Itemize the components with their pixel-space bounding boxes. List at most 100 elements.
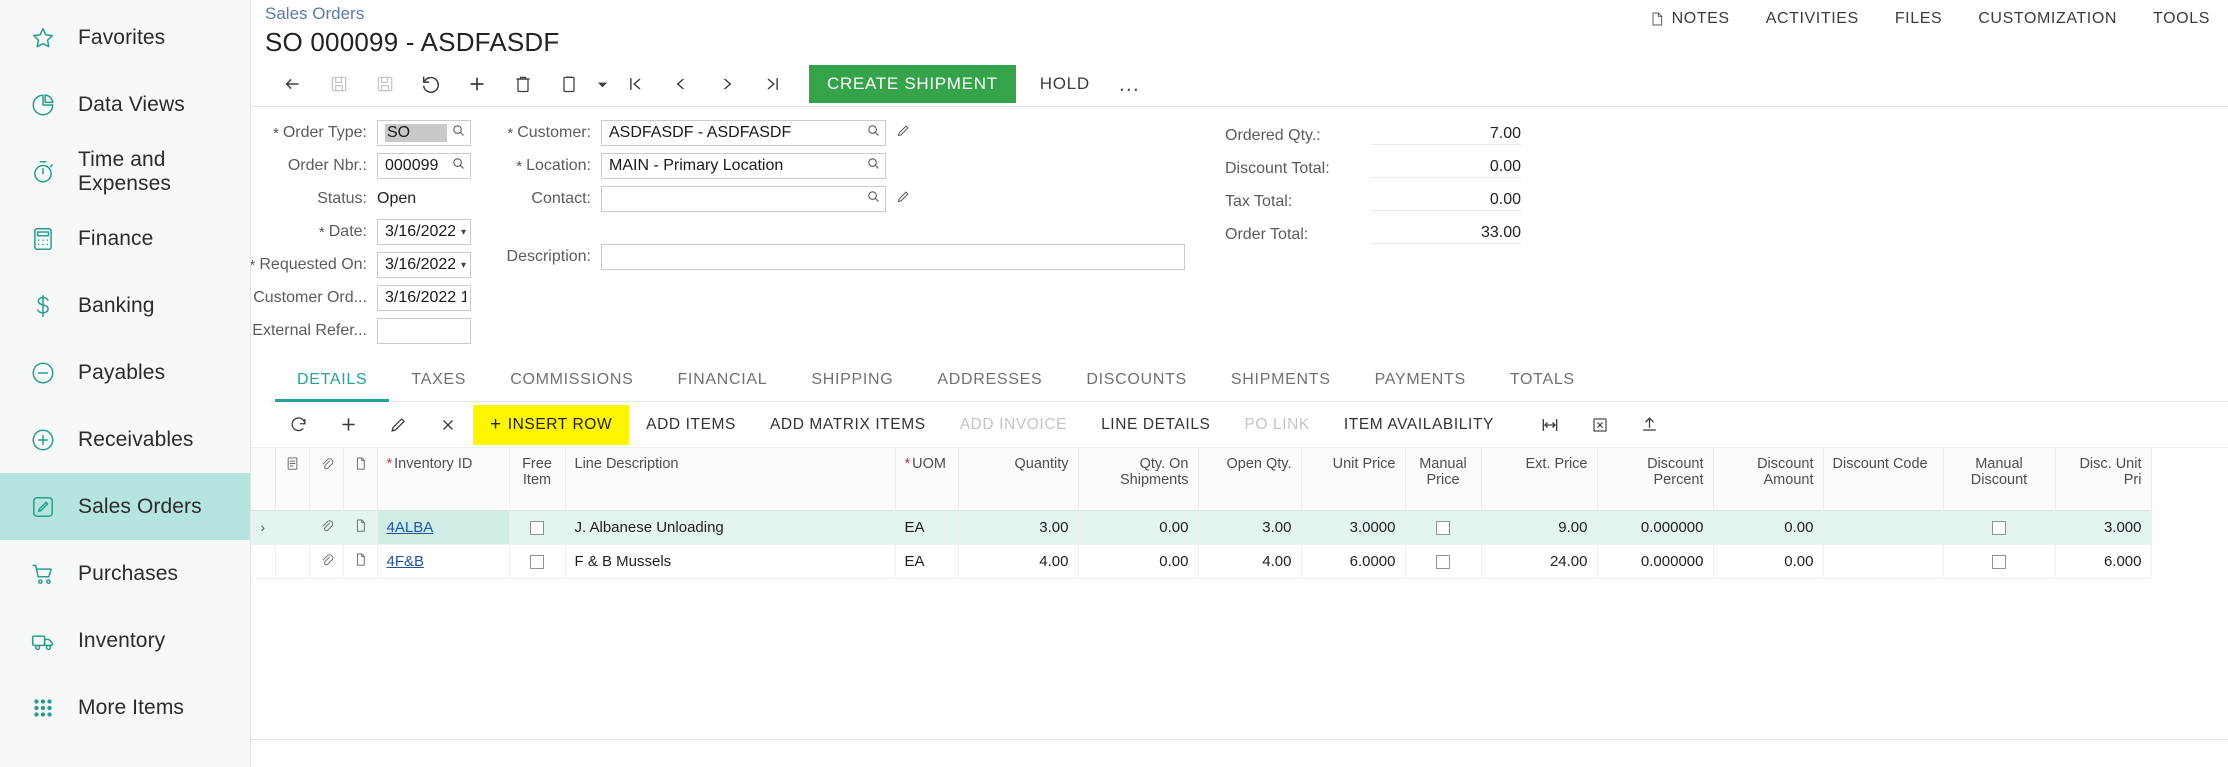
cell-free_item[interactable] [509,544,566,579]
cell-inventory_id[interactable]: 4F&B [377,544,510,579]
requested-on-input[interactable]: 3/16/2022 ▾ [377,252,471,278]
sidebar-item-more-items[interactable]: More Items [0,674,250,741]
sidebar-item-inventory[interactable]: Inventory [0,607,250,674]
tab-commissions[interactable]: COMMISSIONS [488,359,655,402]
grid-col-manual_discount[interactable]: Manual Discount [1943,448,2056,511]
cell-quantity[interactable]: 3.00 [958,510,1079,545]
tab-discounts[interactable]: DISCOUNTS [1064,359,1209,402]
cell-ext_price[interactable]: 9.00 [1481,510,1598,545]
cell-discount_percent[interactable]: 0.000000 [1597,510,1714,545]
cell-quantity[interactable]: 4.00 [958,544,1079,579]
edit-icon[interactable] [896,189,911,209]
cell-ext_price[interactable]: 24.00 [1481,544,1598,579]
hold-button[interactable]: HOLD [1024,65,1106,103]
grid-col-discount_code[interactable]: Discount Code [1823,448,1944,511]
customer-ord-input[interactable]: 3/16/2022 12:0 [377,285,471,311]
cell-manual_discount[interactable] [1943,544,2056,579]
cell-discount_amount[interactable]: 0.00 [1713,544,1824,579]
grid-col-files[interactable] [343,448,378,511]
grid-button-add-matrix-items[interactable]: ADD MATRIX ITEMS [753,405,943,445]
chevron-down-icon[interactable]: ▾ [461,260,466,271]
undo-icon[interactable] [409,65,453,103]
grid-col-qty_on_shipments[interactable]: Qty. On Shipments [1078,448,1199,511]
cell-discount_code[interactable] [1823,544,1944,579]
grid-col-line_description[interactable]: Line Description [565,448,896,511]
line-items-grid[interactable]: * Inventory ID Free Item Line Description * U… [251,448,2228,579]
upload-icon[interactable] [1625,405,1675,445]
free-item-checkbox[interactable] [530,520,544,535]
add-new-record-button[interactable] [455,65,499,103]
description-input[interactable] [601,244,1185,270]
grid-button-insert-row[interactable]: + INSERT ROW [473,404,630,445]
cell-unit_price[interactable]: 3.0000 [1301,510,1406,545]
create-shipment-button[interactable]: CREATE SHIPMENT [809,65,1016,103]
add-row-icon[interactable] [323,405,373,445]
header-menu-notes[interactable]: NOTES [1649,10,1730,28]
date-input[interactable]: 3/16/2022 ▾ [377,219,471,245]
cell-manual_discount[interactable] [1943,510,2056,545]
cell-disc_unit_price[interactable]: 6.000 [2055,544,2152,579]
row-expander-icon[interactable]: › [260,519,265,535]
tab-payments[interactable]: PAYMENTS [1353,359,1488,402]
cell-open_qty[interactable]: 3.00 [1198,510,1302,545]
inventory-id-link[interactable]: 4F&B [387,553,425,570]
tab-addresses[interactable]: ADDRESSES [915,359,1064,402]
search-icon[interactable] [451,123,466,143]
export-excel-icon[interactable] [1575,405,1625,445]
delete-row-icon[interactable] [423,405,473,445]
last-record-button[interactable] [751,65,795,103]
cell-line_description[interactable]: F & B Mussels [565,544,896,579]
paperclip-icon[interactable] [319,553,334,571]
grid-col-uom[interactable]: * UOM [895,448,959,511]
cell-discount_percent[interactable]: 0.000000 [1597,544,1714,579]
chevron-down-icon[interactable]: ▾ [461,227,466,238]
cell-uom[interactable]: EA [895,510,959,545]
grid-button-line-details[interactable]: LINE DETAILS [1084,405,1227,445]
save-and-close-button[interactable] [363,65,407,103]
refresh-icon[interactable] [273,405,323,445]
sidebar-item-purchases[interactable]: Purchases [0,540,250,607]
tab-taxes[interactable]: TAXES [389,359,488,402]
cell-discount_amount[interactable]: 0.00 [1713,510,1824,545]
grid-col-expander[interactable] [251,448,276,511]
external-refer-input[interactable] [377,318,471,344]
customer-input[interactable]: ASDFASDF - ASDFASDF [601,120,886,146]
cell-line_description[interactable]: J. Albanese Unloading [565,510,896,545]
cell-uom[interactable]: EA [895,544,959,579]
grid-col-attach[interactable] [309,448,344,511]
cell-open_qty[interactable]: 4.00 [1198,544,1302,579]
file-icon[interactable] [353,552,368,571]
next-record-button[interactable] [705,65,749,103]
tab-shipping[interactable]: SHIPPING [789,359,915,402]
order-type-input[interactable]: SO [377,120,471,146]
table-row[interactable]: › 4ALBA J. Albanese Unloading EA 3.00 0.00 3.0… [251,510,2152,545]
cell-expander[interactable]: › [251,510,276,545]
cell-inventory_id[interactable]: 4ALBA [377,510,510,545]
header-menu-customization[interactable]: CUSTOMIZATION [1978,10,2117,28]
manual-discount-checkbox[interactable] [1992,554,2006,569]
cell-discount_code[interactable] [1823,510,1944,545]
delete-button[interactable] [501,65,545,103]
sidebar-item-favorites[interactable]: Favorites [0,4,250,71]
tab-totals[interactable]: TOTALS [1488,359,1597,402]
grid-col-manual_price[interactable]: Manual Price [1405,448,1482,511]
grid-col-discount_amount[interactable]: Discount Amount [1713,448,1824,511]
order-nbr-input[interactable]: 000099 [377,153,471,179]
edit-icon[interactable] [896,123,911,143]
search-icon[interactable] [451,156,466,176]
sidebar-item-payables[interactable]: Payables [0,339,250,406]
cell-manual_price[interactable] [1405,544,1482,579]
grid-col-ext_price[interactable]: Ext. Price [1481,448,1598,511]
more-actions-button[interactable]: … [1108,73,1150,95]
tab-details[interactable]: DETAILS [275,359,390,402]
grid-col-note[interactable] [275,448,310,511]
paperclip-icon[interactable] [319,519,334,537]
grid-col-quantity[interactable]: Quantity [958,448,1079,511]
edit-icon[interactable] [373,405,423,445]
sidebar-item-banking[interactable]: Banking [0,272,250,339]
cell-attach[interactable] [309,510,344,545]
grid-button-item-availability[interactable]: ITEM AVAILABILITY [1327,405,1511,445]
cell-manual_price[interactable] [1405,510,1482,545]
table-row[interactable]: 4F&B F & B Mussels EA 4.00 0.00 4.00 6.0000 24.… [251,544,2152,579]
grid-col-discount_percent[interactable]: Discount Percent [1597,448,1714,511]
